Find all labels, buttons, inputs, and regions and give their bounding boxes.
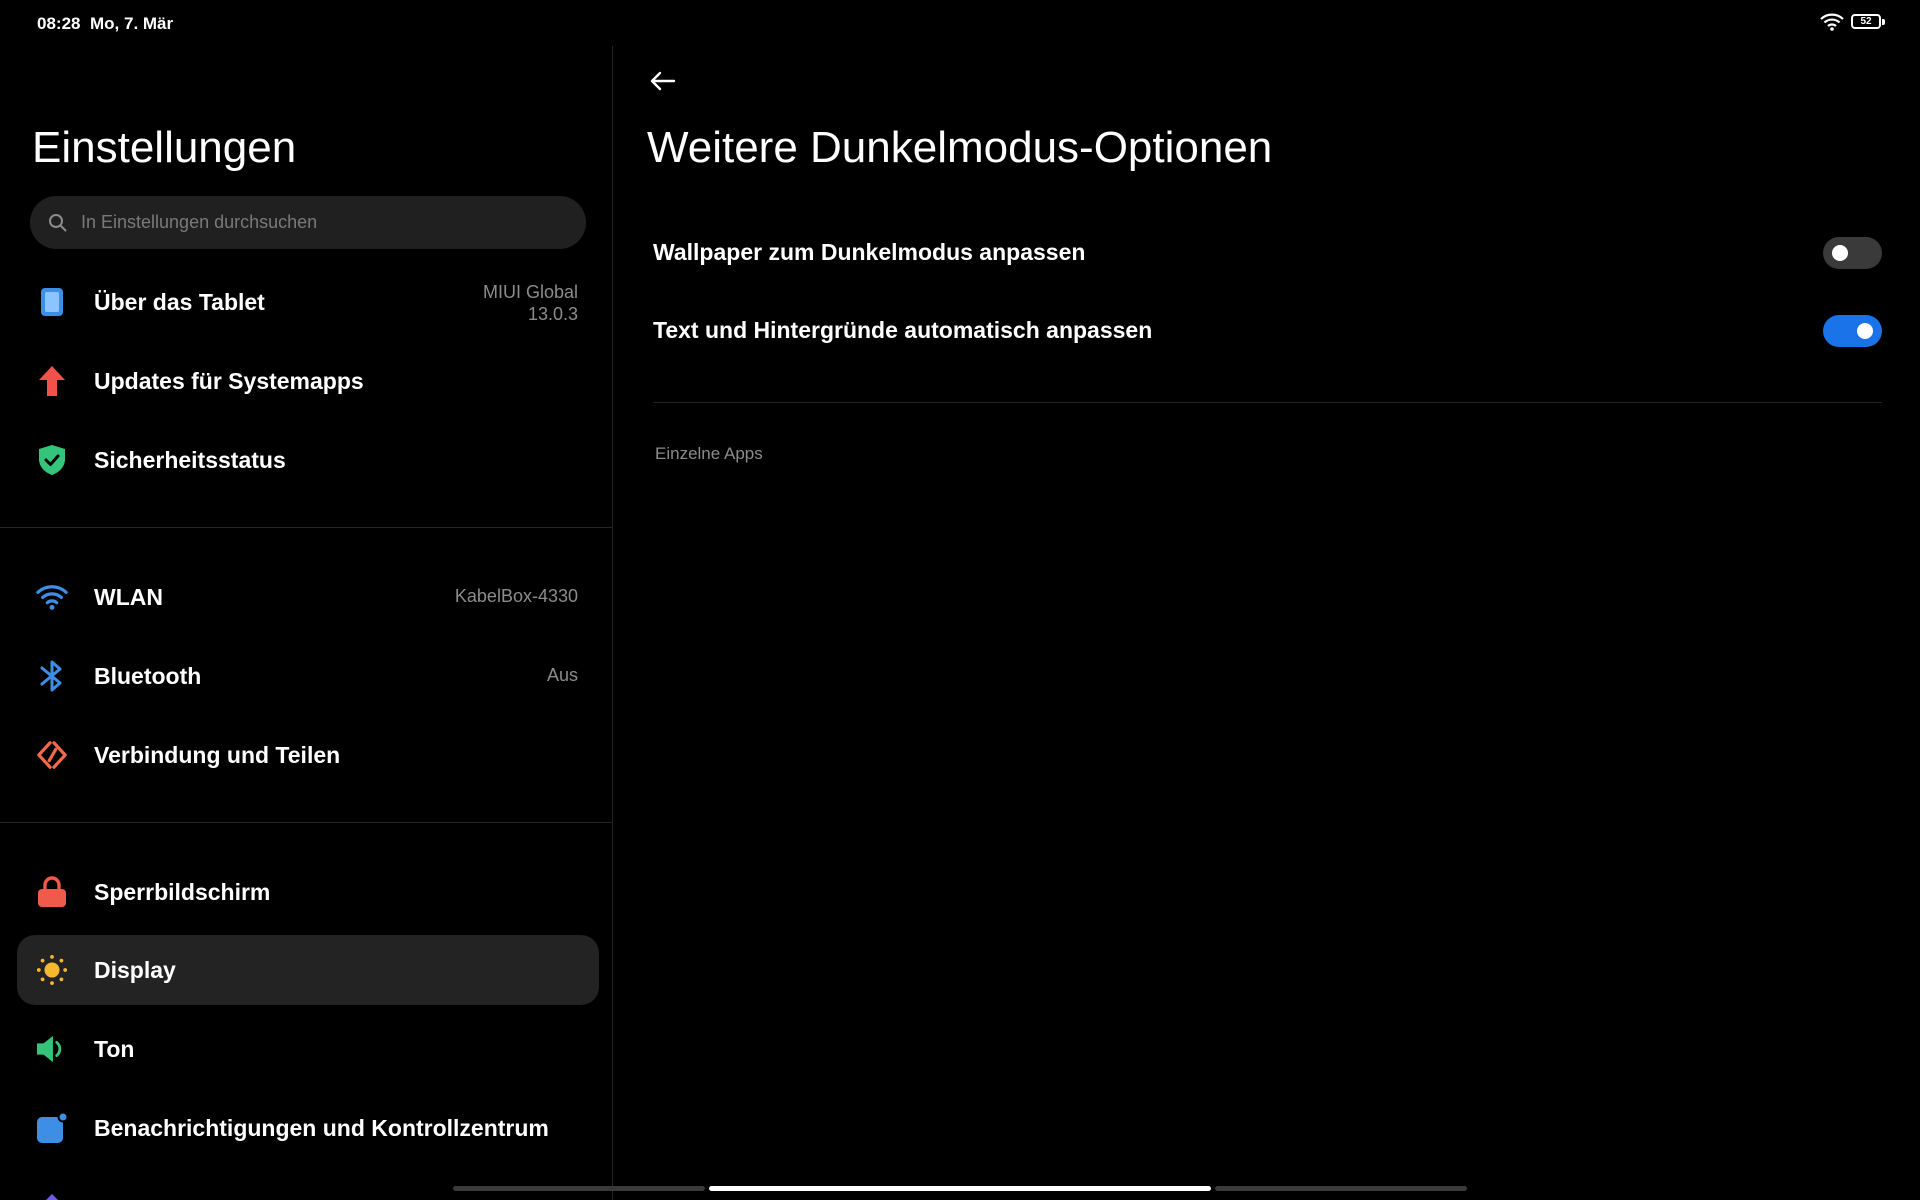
setting-row-auto-adjust-text[interactable]: Text und Hintergründe automatisch anpass…	[653, 301, 1882, 361]
sidebar-item-label: Verbindung und Teilen	[94, 742, 341, 768]
sidebar-item-value: MIUI Global 13.0.3	[482, 282, 578, 324]
sidebar-item-display[interactable]: Display	[17, 935, 599, 1005]
shield-check-icon	[36, 444, 68, 476]
back-button[interactable]	[648, 66, 678, 96]
status-bar: 08:28 Mo, 7. Mär 52	[0, 0, 1920, 46]
wallpaper-dark-mode-toggle[interactable]	[1823, 237, 1882, 269]
sidebar-item-wlan[interactable]: WLAN KabelBox-4330	[17, 562, 599, 632]
sidebar-item-security-status[interactable]: Sicherheitsstatus	[17, 425, 599, 495]
search-icon	[48, 213, 67, 237]
section-header-individual-apps: Einzelne Apps	[655, 444, 763, 463]
status-time: 08:28	[37, 14, 81, 33]
sidebar-item-label: Bluetooth	[94, 663, 202, 689]
sidebar-item-value: Aus	[546, 665, 578, 685]
sidebar-item-sound[interactable]: Ton	[17, 1014, 599, 1084]
search-input[interactable]: In Einstellungen durchsuchen	[30, 196, 586, 249]
content-divider	[653, 402, 1882, 403]
sidebar-item-label: Benachrichtigungen und Kontrollzentrum	[94, 1115, 549, 1141]
sidebar-item-label: Ton	[94, 1036, 135, 1062]
settings-sidebar: Einstellungen In Einstellungen durchsuch…	[0, 46, 613, 1200]
setting-row-wallpaper-dark-mode[interactable]: Wallpaper zum Dunkelmodus anpassen	[653, 223, 1882, 283]
connection-share-icon	[36, 739, 68, 771]
sidebar-item-label: WLAN	[94, 584, 163, 610]
sidebar-item-lock-screen[interactable]: Sperrbildschirm	[17, 857, 599, 927]
sidebar-item-label: Sicherheitsstatus	[94, 447, 286, 473]
arrow-up-icon	[36, 365, 68, 397]
sidebar-item-about-tablet[interactable]: Über das Tablet MIUI Global 13.0.3	[17, 267, 599, 337]
sidebar-item-label: Updates für Systemapps	[94, 368, 364, 394]
sun-icon	[36, 954, 68, 986]
sidebar-divider	[0, 822, 612, 823]
gesture-handle[interactable]	[709, 1186, 1211, 1191]
nav-bar-segment-right	[1215, 1186, 1467, 1191]
sidebar-item-notifications[interactable]: Benachrichtigungen und Kontrollzentrum	[17, 1093, 599, 1163]
sidebar-item-value: KabelBox-4330	[454, 586, 578, 606]
notification-icon	[36, 1112, 68, 1144]
speaker-icon	[36, 1033, 68, 1065]
status-date: Mo, 7. Mär	[90, 14, 174, 33]
wifi-icon	[36, 581, 68, 613]
wifi-status-icon	[1820, 13, 1844, 36]
auto-adjust-text-toggle[interactable]	[1823, 315, 1882, 347]
sidebar-item-label: Display	[94, 957, 176, 983]
nav-bar-segment-left	[453, 1186, 705, 1191]
setting-label: Text und Hintergründe automatisch anpass…	[653, 317, 1153, 343]
search-placeholder: In Einstellungen durchsuchen	[81, 212, 318, 232]
sidebar-item-connection-sharing[interactable]: Verbindung und Teilen	[17, 720, 599, 790]
back-arrow-icon	[650, 71, 676, 91]
sidebar-item-system-app-updates[interactable]: Updates für Systemapps	[17, 346, 599, 416]
diamond-icon	[36, 1191, 68, 1200]
toggle-knob	[1832, 245, 1848, 261]
battery-tip	[1882, 19, 1885, 25]
toggle-knob	[1857, 323, 1873, 339]
page-title: Weitere Dunkelmodus-Optionen	[647, 123, 1273, 172]
bluetooth-icon	[36, 660, 68, 692]
tablet-icon	[36, 286, 68, 318]
sidebar-title: Einstellungen	[32, 123, 297, 172]
sidebar-item-label: Sperrbildschirm	[94, 879, 271, 905]
lock-icon	[36, 876, 68, 908]
sidebar-item-bluetooth[interactable]: Bluetooth Aus	[17, 641, 599, 711]
sidebar-divider	[0, 527, 612, 528]
setting-label: Wallpaper zum Dunkelmodus anpassen	[653, 239, 1086, 265]
sidebar-item-label: Über das Tablet	[94, 289, 265, 315]
battery-icon: 52	[1851, 14, 1881, 29]
